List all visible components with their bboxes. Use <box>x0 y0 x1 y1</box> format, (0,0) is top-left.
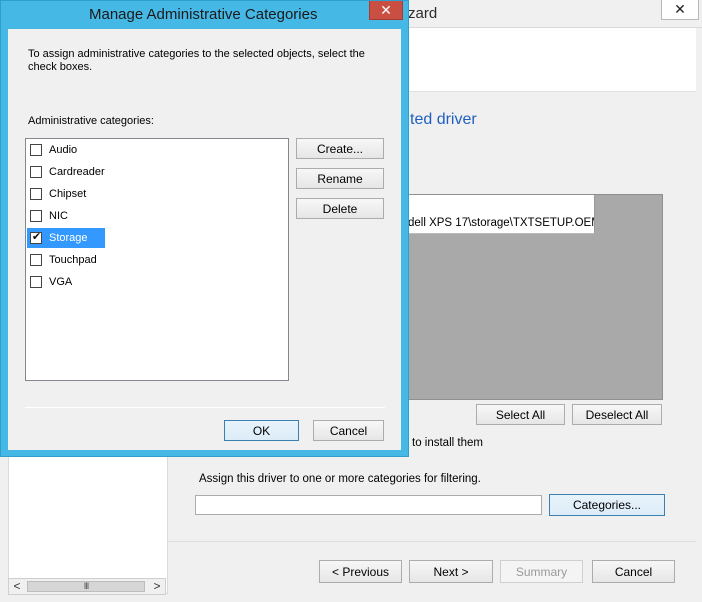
checkmark-icon: ✔ <box>31 231 42 243</box>
list-item-cardreader[interactable]: Cardreader <box>27 162 105 182</box>
list-item-label: Audio <box>49 144 78 156</box>
sidebar-horizontal-scrollbar[interactable]: < III > <box>8 578 166 595</box>
wizard-close-icon[interactable]: ✕ <box>661 0 699 20</box>
categories-list[interactable]: Audio Cardreader Chipset NIC ✔ Storage T… <box>25 138 289 381</box>
list-item-label: Storage <box>49 232 88 244</box>
driver-list-row[interactable]: dell XPS 17\storage\TXTSETUP.OEM <box>408 212 595 234</box>
assign-categories-text: Assign this driver to one or more catego… <box>199 473 481 485</box>
wizard-title: zard <box>408 5 438 22</box>
install-hint-text: to install them <box>412 437 483 449</box>
scroll-thumb[interactable]: III <box>27 581 145 592</box>
summary-button[interactable]: Summary <box>500 560 583 583</box>
select-all-button[interactable]: Select All <box>476 404 565 425</box>
list-item-label: Cardreader <box>49 166 105 178</box>
list-item-touchpad[interactable]: Touchpad <box>27 250 105 270</box>
list-item-label: Touchpad <box>49 254 97 266</box>
dialog-separator <box>25 407 385 408</box>
checkbox-audio[interactable] <box>30 144 42 156</box>
checkbox-nic[interactable] <box>30 210 42 222</box>
checkbox-storage[interactable]: ✔ <box>30 231 42 244</box>
list-item-label: Chipset <box>49 188 87 200</box>
list-item-chipset[interactable]: Chipset <box>27 184 105 204</box>
deselect-all-button[interactable]: Deselect All <box>572 404 662 425</box>
list-item-label: NIC <box>49 210 68 222</box>
categories-field[interactable] <box>195 495 542 515</box>
checkbox-vga[interactable] <box>30 276 42 288</box>
categories-list-label: Administrative categories: <box>28 115 154 127</box>
wizard-heading: ted driver <box>410 111 477 128</box>
list-item-storage[interactable]: ✔ Storage <box>27 228 105 248</box>
scroll-right-icon[interactable]: > <box>149 579 165 594</box>
driver-list-header-row <box>408 195 595 212</box>
dialog-title: Manage Administrative Categories <box>89 6 318 23</box>
dialog-cancel-button[interactable]: Cancel <box>313 420 384 441</box>
list-item-nic[interactable]: NIC <box>27 206 105 226</box>
list-item-label: VGA <box>49 276 73 288</box>
wizard-cancel-button[interactable]: Cancel <box>592 560 675 583</box>
list-item-audio[interactable]: Audio <box>27 140 105 160</box>
rename-button[interactable]: Rename <box>296 168 384 189</box>
create-button[interactable]: Create... <box>296 138 384 159</box>
checkbox-touchpad[interactable] <box>30 254 42 266</box>
delete-button[interactable]: Delete <box>296 198 384 219</box>
previous-button[interactable]: < Previous <box>319 560 402 583</box>
list-item-vga[interactable]: VGA <box>27 272 105 292</box>
ok-button[interactable]: OK <box>224 420 299 441</box>
categories-button[interactable]: Categories... <box>549 494 665 516</box>
dialog-close-icon[interactable]: ✕ <box>369 1 403 20</box>
checkbox-cardreader[interactable] <box>30 166 42 178</box>
footer-separator <box>168 541 696 542</box>
checkbox-chipset[interactable] <box>30 188 42 200</box>
scroll-left-icon[interactable]: < <box>9 579 25 594</box>
dialog-description: To assign administrative categories to t… <box>28 48 365 73</box>
next-button[interactable]: Next > <box>409 560 493 583</box>
